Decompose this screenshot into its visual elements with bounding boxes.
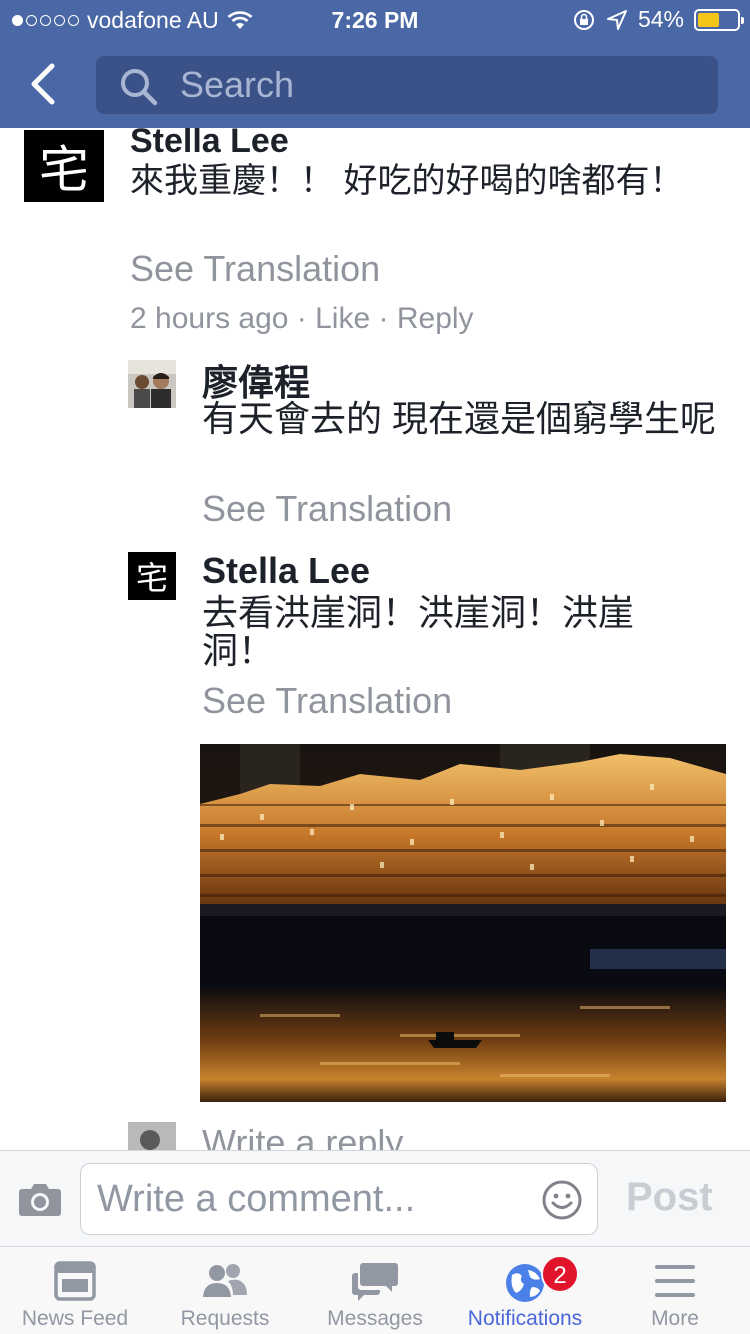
status-right: 54%	[572, 6, 744, 33]
smiley-icon	[542, 1180, 582, 1220]
avatar[interactable]: 宅	[128, 552, 176, 600]
my-avatar	[128, 1122, 176, 1150]
profile-photo	[128, 1122, 176, 1150]
write-reply-input[interactable]: Write a reply...	[202, 1122, 431, 1150]
reply-author[interactable]: Stella Lee	[202, 550, 370, 592]
comment-composer: Post	[0, 1150, 750, 1246]
tab-bar: News Feed Requests Messages 2 Notificati…	[0, 1246, 750, 1334]
reply-text: 有天會去的 現在還是個窮學生呢	[202, 398, 717, 439]
emoji-button[interactable]	[541, 1179, 583, 1226]
see-translation-link[interactable]: See Translation	[130, 248, 380, 290]
post-button[interactable]: Post	[626, 1175, 713, 1220]
tab-label: Messages	[327, 1307, 423, 1330]
comment-thread: 宅 Stella Lee 來我重慶！！ 好吃的好喝的啥都有！ See Trans…	[0, 128, 750, 1150]
notification-badge: 2	[541, 1255, 579, 1293]
comment-meta: 2 hours ago · Like · Reply	[130, 302, 474, 335]
battery-icon	[694, 8, 744, 31]
avatar[interactable]	[128, 360, 176, 408]
tab-label: News Feed	[21, 1307, 129, 1330]
tab-messages[interactable]: Messages	[300, 1247, 450, 1334]
tab-more[interactable]: More	[600, 1247, 750, 1334]
avatar-char: 宅	[135, 559, 168, 597]
comment-author[interactable]: Stella Lee	[130, 128, 289, 161]
avatar-char: 宅	[39, 141, 89, 199]
reply-link[interactable]: Reply	[397, 302, 474, 335]
tab-requests[interactable]: Requests	[150, 1247, 300, 1334]
like-link[interactable]: Like	[315, 302, 370, 335]
top-bar: vodafone AU 7:26 PM 54% Search	[0, 0, 750, 128]
camera-button[interactable]	[18, 1181, 62, 1222]
see-translation-link[interactable]: See Translation	[202, 680, 452, 722]
reply-photo[interactable]	[200, 744, 726, 1102]
location-arrow-icon	[606, 9, 627, 30]
comment-input[interactable]	[97, 1174, 527, 1224]
chevron-left-icon	[31, 63, 55, 105]
tab-notifications[interactable]: 2 Notifications	[450, 1247, 600, 1334]
comment-field[interactable]	[80, 1163, 598, 1235]
back-button[interactable]	[26, 62, 66, 106]
messages-icon	[352, 1263, 398, 1301]
tab-label: Requests	[180, 1307, 270, 1330]
reply-text: 去看洪崖洞！洪崖洞！洪崖洞！	[202, 592, 635, 671]
see-translation-link[interactable]: See Translation	[202, 488, 452, 530]
battery-percent: 54%	[637, 6, 684, 32]
search-placeholder: Search	[180, 64, 295, 105]
search-icon	[121, 69, 158, 106]
status-bar: vodafone AU 7:26 PM 54%	[0, 0, 750, 40]
tab-news-feed[interactable]: News Feed	[0, 1247, 150, 1334]
comment-text: 來我重慶！！ 好吃的好喝的啥都有！	[130, 162, 684, 200]
tab-label: More	[651, 1307, 699, 1330]
search-bar[interactable]: Search	[96, 56, 718, 114]
night-cityscape-image	[200, 744, 726, 1102]
rotation-lock-icon	[573, 9, 594, 30]
tab-label: Notifications	[467, 1307, 583, 1330]
profile-photo	[128, 360, 176, 408]
avatar[interactable]: 宅	[24, 130, 104, 202]
menu-icon	[655, 1265, 695, 1297]
comment-timestamp: 2 hours ago	[130, 302, 289, 335]
friend-requests-icon	[203, 1264, 247, 1297]
news-feed-icon	[54, 1261, 96, 1301]
camera-icon	[19, 1184, 61, 1216]
